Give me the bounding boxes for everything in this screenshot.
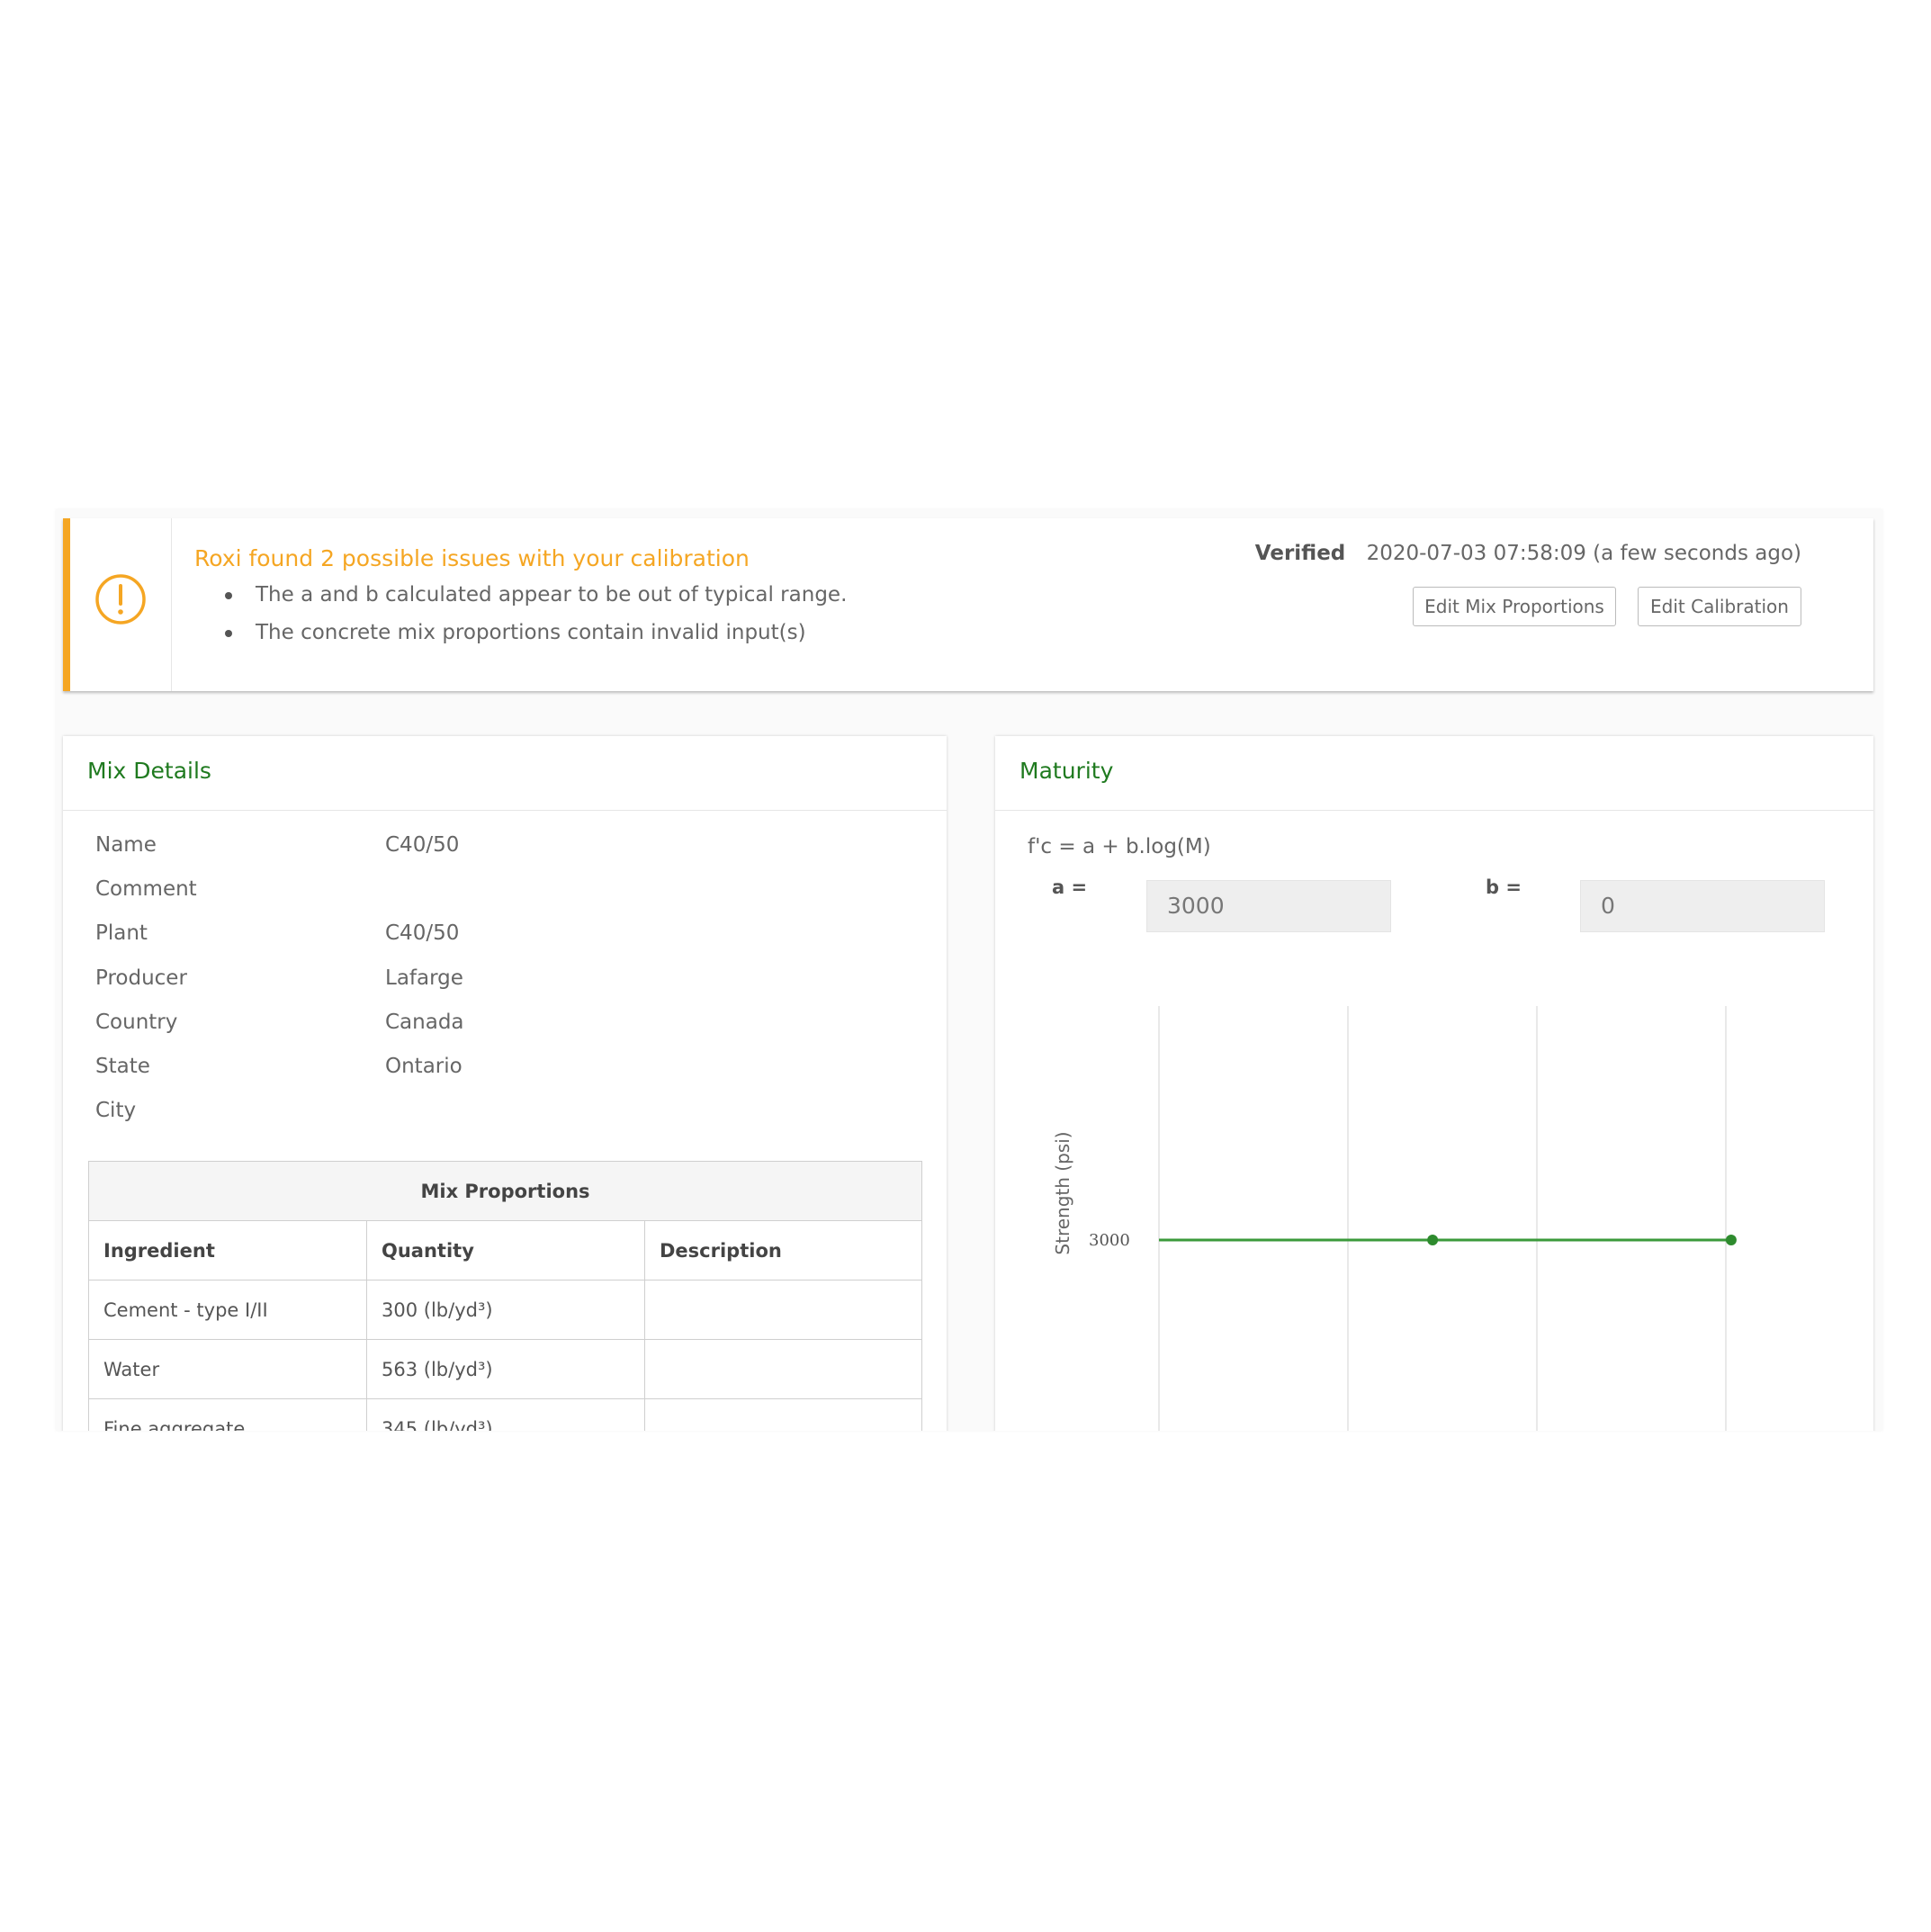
alert-issue-list: The a and b calculated appear to be out … — [225, 576, 847, 651]
detail-label: Plant — [95, 921, 148, 945]
detail-label: Comment — [95, 877, 197, 901]
y-tick-label: 3000 — [1089, 1231, 1130, 1250]
cell-description — [644, 1398, 922, 1431]
detail-label: Name — [95, 833, 157, 857]
maturity-panel: Maturity f'c = a + b.log(M) a = 3000 b =… — [995, 736, 1873, 1431]
table-row: Water 563 (lb/yd³) — [88, 1339, 922, 1399]
alert-icon-cell — [70, 518, 172, 691]
chart-series — [1159, 1235, 1737, 1245]
detail-value: Lafarge — [385, 966, 463, 990]
verified-timestamp: 2020-07-03 07:58:09 (a few seconds ago) — [1366, 542, 1801, 565]
column-header-ingredient: Ingredient — [88, 1220, 367, 1281]
detail-value: C40/50 — [385, 833, 460, 857]
data-point[interactable] — [1427, 1235, 1439, 1245]
cell-ingredient: Cement - type I/II — [88, 1280, 367, 1340]
table-row: Fine aggregate 345 (lb/yd³) — [88, 1398, 922, 1431]
table-header-row: Ingredient Quantity Description — [88, 1220, 922, 1281]
calibration-view: Roxi found 2 possible issues with your c… — [56, 509, 1882, 1431]
detail-label: City — [95, 1099, 137, 1122]
verified-status: Verified 2020-07-03 07:58:09 (a few seco… — [1255, 542, 1801, 565]
column-header-description: Description — [644, 1220, 922, 1281]
calibration-alert: Roxi found 2 possible issues with your c… — [63, 518, 1873, 691]
exclamation-circle-icon — [95, 574, 146, 625]
table-row: Cement - type I/II 300 (lb/yd³) — [88, 1280, 922, 1340]
detail-label: State — [95, 1055, 150, 1078]
cell-description — [644, 1280, 922, 1340]
cell-quantity: 345 (lb/yd³) — [366, 1398, 645, 1431]
detail-value: Canada — [385, 1011, 464, 1034]
chart-gridlines — [1158, 1006, 1727, 1431]
mix-details-header: Mix Details — [63, 736, 947, 811]
alert-issue-item: The concrete mix proportions contain inv… — [225, 614, 847, 651]
edit-calibration-button[interactable]: Edit Calibration — [1638, 587, 1801, 626]
alert-title: Roxi found 2 possible issues with your c… — [194, 545, 750, 571]
strength-chart: Strength (psi) 3000 — [1052, 1006, 1737, 1431]
data-point[interactable] — [1725, 1235, 1737, 1245]
column-header-quantity: Quantity — [366, 1220, 645, 1281]
mix-details-panel: Mix Details Name C40/50 Comment Plant C4… — [63, 736, 947, 1431]
cell-description — [644, 1339, 922, 1399]
detail-value: Ontario — [385, 1055, 463, 1078]
cell-quantity: 563 (lb/yd³) — [366, 1339, 645, 1399]
chart-ylabel: Strength (psi) — [1052, 1131, 1073, 1254]
detail-label: Producer — [95, 966, 187, 990]
verified-label: Verified — [1254, 542, 1346, 565]
mix-details-title: Mix Details — [87, 758, 211, 784]
mix-proportions-table: Mix Proportions Ingredient Quantity Desc… — [88, 1161, 922, 1431]
cell-quantity: 300 (lb/yd³) — [366, 1280, 645, 1340]
table-caption: Mix Proportions — [88, 1161, 922, 1221]
detail-label: Country — [95, 1011, 178, 1034]
edit-mix-proportions-button[interactable]: Edit Mix Proportions — [1413, 587, 1616, 626]
detail-value: C40/50 — [385, 921, 460, 945]
alert-issue-item: The a and b calculated appear to be out … — [225, 576, 847, 614]
cell-ingredient: Fine aggregate — [88, 1398, 367, 1431]
cell-ingredient: Water — [88, 1339, 367, 1399]
